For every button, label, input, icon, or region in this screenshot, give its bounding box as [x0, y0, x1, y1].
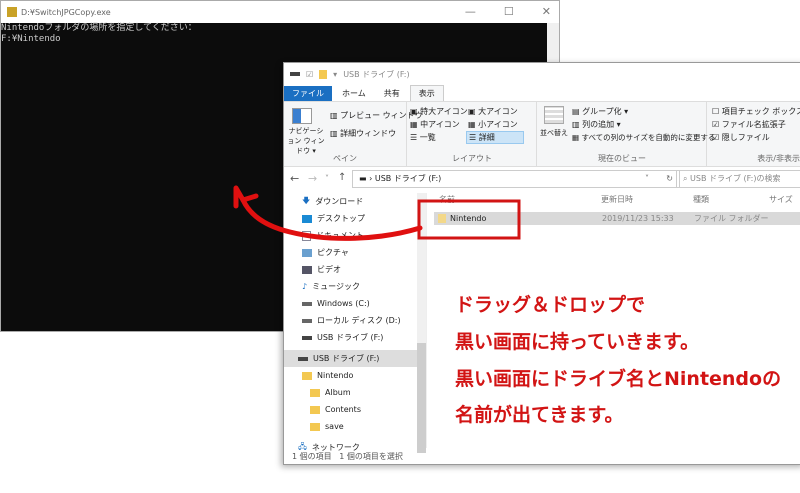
- annotation-line: 黒い画面にドライブ名とNintendoの: [455, 368, 782, 390]
- annotation-line: 名前が出てきます。: [455, 404, 624, 426]
- annotation-line: 黒い画面に持っていきます。: [455, 331, 700, 353]
- annotation-line: ドラッグ＆ドロップで: [455, 294, 646, 316]
- highlight-box: [417, 199, 521, 240]
- drag-arrow: [240, 197, 423, 241]
- annotation-overlay: [233, 185, 521, 241]
